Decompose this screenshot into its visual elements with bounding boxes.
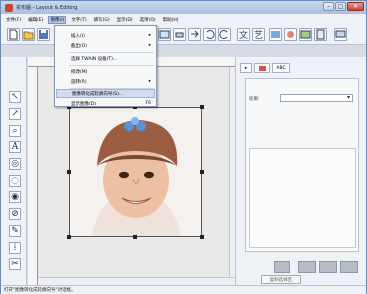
menu-help[interactable]: 帮助(H): [161, 16, 181, 24]
panel-button-3[interactable]: [319, 261, 337, 273]
menu-item-modify[interactable]: 修改(M): [56, 67, 155, 76]
panel-content: 轮廓:: [245, 78, 359, 252]
open-folder-icon[interactable]: [22, 28, 35, 41]
text-frame-icon[interactable]: 艺: [252, 28, 265, 41]
menu-item-twain-label: 选择 TWAIN 设备(T)...: [71, 56, 118, 62]
stitch-tool-icon[interactable]: ⁞: [9, 242, 21, 254]
scissors-icon[interactable]: ✂: [9, 258, 21, 270]
image-menu-dropdown: 插入(I) ▸ 截出(O) ▸ 选择 TWAIN 设备(T)... 修改(M) 旋转…: [54, 25, 157, 107]
menu-item-show-image[interactable]: 显示图像(D) F6: [56, 99, 155, 108]
resize-handle-r[interactable]: [200, 170, 204, 174]
text-style-icon[interactable]: 文: [237, 28, 250, 41]
imported-photo[interactable]: [69, 107, 202, 237]
save-icon[interactable]: [37, 28, 50, 41]
child-portrait-image: [70, 108, 201, 236]
eyedropper-icon[interactable]: ⊘: [9, 208, 21, 220]
properties-panel: ▸ ABC 轮廓: 复制选择区: [235, 57, 366, 285]
pen-tool-icon[interactable]: ✎: [9, 225, 21, 237]
pattern-icon[interactable]: [269, 28, 282, 41]
window-title: 花布圖 - Layout & Editing: [16, 5, 78, 11]
resize-handle-bl[interactable]: [67, 235, 71, 239]
new-file-icon[interactable]: [7, 28, 20, 41]
undo-icon[interactable]: [203, 28, 216, 41]
zoom-icon[interactable]: ⌕: [9, 125, 21, 137]
copy-selection-button[interactable]: 复制选择区: [261, 275, 301, 284]
menu-bar: 文件(F) 编辑(E) 图像(I) 文字(T) 填写(G) 显示(D) 选项(O…: [1, 14, 366, 25]
panel-arrow-icon[interactable]: ▸: [240, 63, 252, 73]
svg-text:艺: 艺: [254, 30, 263, 40]
menu-item-insert-label: 插入(I): [71, 33, 85, 39]
menu-item-rotate[interactable]: 旋转(R) ▸: [56, 77, 155, 86]
app-icon: [5, 3, 13, 12]
maximize-button[interactable]: □: [335, 2, 346, 11]
close-button[interactable]: ✕: [347, 2, 364, 11]
submenu-arrow-icon: ▸: [148, 33, 151, 38]
menu-item-outline-wizard-label: 图像转化成轮廓向导(S)...: [72, 91, 124, 97]
outline-label: 轮廓:: [249, 97, 260, 102]
title-bar: 花布圖 - Layout & Editing – □ ✕: [1, 1, 366, 14]
point-edit-icon[interactable]: ↗: [9, 108, 21, 120]
tab-text[interactable]: ABC: [272, 63, 290, 73]
shape-tool-icon[interactable]: ◎: [9, 158, 21, 170]
menu-edit[interactable]: 编辑(E): [26, 16, 45, 24]
menu-options[interactable]: 选项(O): [138, 16, 158, 24]
redo-icon[interactable]: [218, 28, 231, 41]
menu-text[interactable]: 文字(T): [69, 16, 88, 24]
app-window: 花布圖 - Layout & Editing – □ ✕ 文件(F) 编辑(E)…: [0, 0, 367, 294]
menu-item-modify-label: 修改(M): [71, 69, 88, 75]
resize-handle-b[interactable]: [133, 235, 137, 239]
menu-image[interactable]: 图像(I): [48, 15, 67, 24]
minimize-button[interactable]: –: [323, 2, 334, 11]
menu-separator: [69, 52, 154, 53]
image-icon[interactable]: [158, 28, 171, 41]
menu-item-twain[interactable]: 选择 TWAIN 设备(T)...: [56, 54, 155, 63]
embroidery-icon[interactable]: [284, 28, 297, 41]
vertical-ruler: [28, 67, 38, 287]
panel-button-1[interactable]: [274, 261, 290, 273]
thread-icon[interactable]: [314, 28, 327, 41]
menu-fill[interactable]: 填写(G): [92, 16, 112, 24]
transfer-icon[interactable]: [188, 28, 201, 41]
panel-button-2[interactable]: [298, 261, 316, 273]
svg-text:文: 文: [239, 29, 248, 40]
text-tool-icon[interactable]: A: [9, 141, 21, 153]
resize-handle-l[interactable]: [67, 170, 71, 174]
menu-separator: [69, 65, 154, 66]
status-text: 打开"图像转化成轮廓向导"对话框。: [4, 288, 76, 293]
outline-tool-icon[interactable]: ◌: [9, 175, 21, 187]
preview-icon[interactable]: [299, 28, 312, 41]
menu-item-show-image-label: 显示图像(D): [71, 101, 96, 107]
submenu-arrow-icon: ▸: [148, 79, 151, 84]
fill-tool-icon[interactable]: ◉: [9, 191, 21, 203]
print-icon[interactable]: [173, 28, 186, 41]
menu-item-rotate-label: 旋转(R): [71, 79, 87, 85]
menu-file[interactable]: 文件(F): [4, 16, 23, 24]
panel-button-4[interactable]: [340, 261, 358, 273]
submenu-arrow-icon: ▸: [148, 43, 151, 48]
select-arrow-icon[interactable]: ↖: [9, 91, 21, 103]
resize-handle-tr[interactable]: [200, 105, 204, 109]
color-swatch-icon: [258, 65, 266, 71]
status-bar: 打开"图像转化成轮廓向导"对话框。: [1, 285, 366, 294]
menu-item-outline-wizard[interactable]: 图像转化成轮廓向导(S)...: [56, 89, 155, 98]
menu-item-crop-label: 截出(O): [71, 43, 88, 49]
panel-preview-area: [249, 148, 356, 248]
horizontal-scrollbar[interactable]: [38, 277, 235, 285]
tool-palette: ↖ ↗ ⌕ A ◎ ◌ ◉ ⊘ ✎ ⁞ ✂: [1, 57, 27, 285]
tab-color[interactable]: [254, 63, 270, 73]
menu-view[interactable]: 显示(D): [115, 16, 135, 24]
menu-item-crop[interactable]: 截出(O) ▸: [56, 41, 155, 50]
outline-select[interactable]: [280, 94, 353, 102]
resize-handle-br[interactable]: [200, 235, 204, 239]
menu-item-shortcut: F6: [145, 101, 151, 106]
send-to-machine-icon[interactable]: [334, 28, 347, 41]
menu-item-insert[interactable]: 插入(I) ▸: [56, 31, 155, 40]
